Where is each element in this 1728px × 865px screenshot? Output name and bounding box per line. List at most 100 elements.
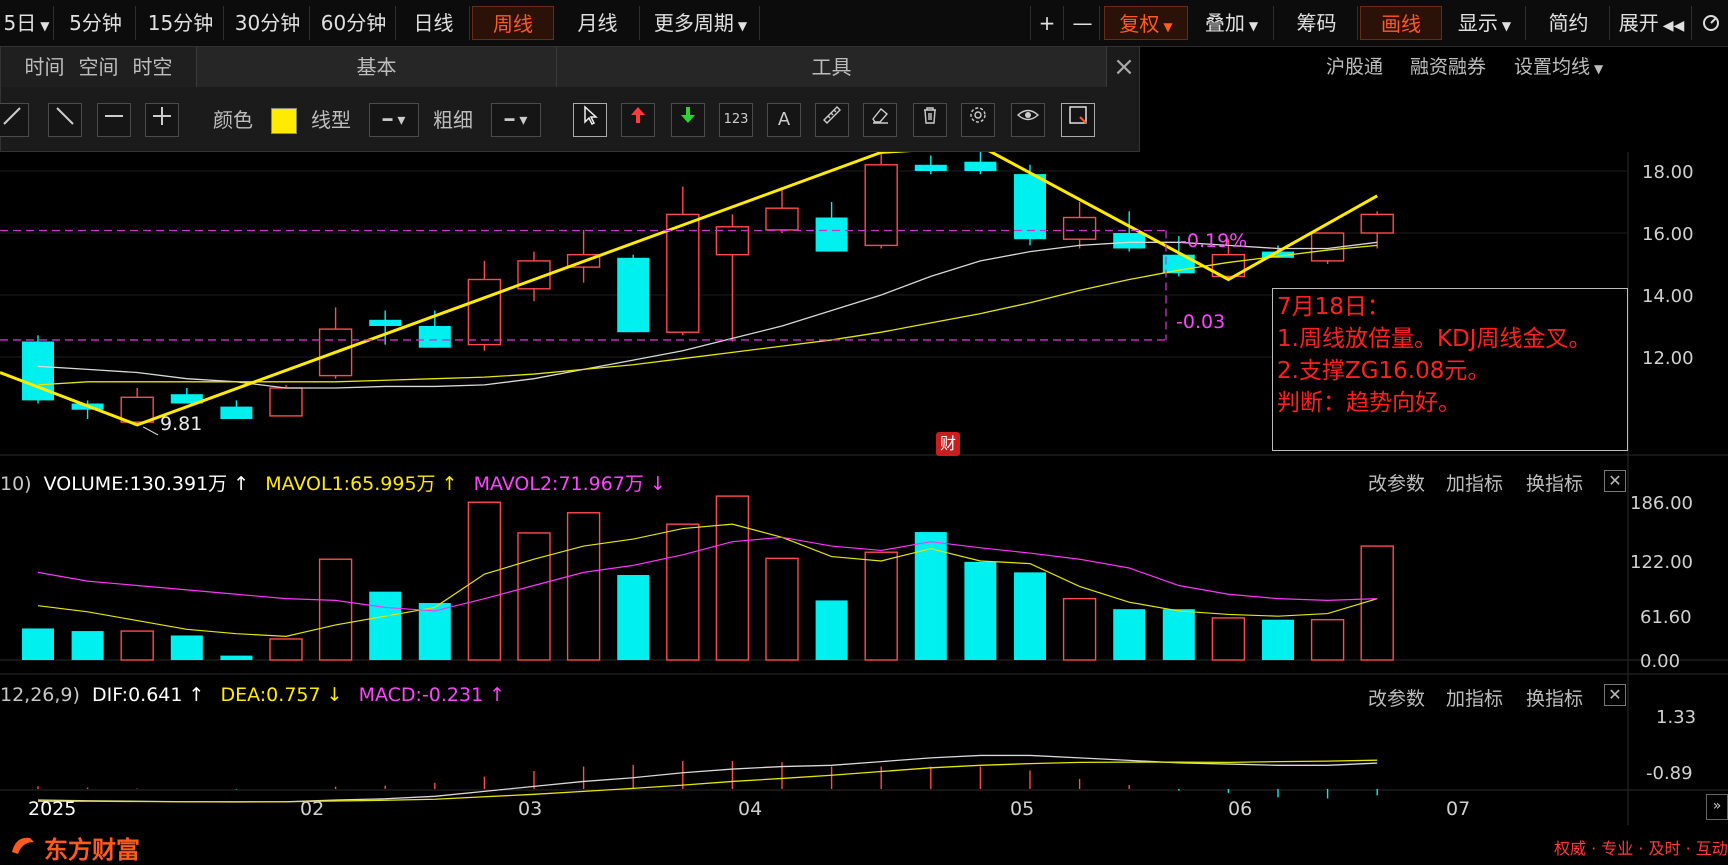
macd-axis-label: -0.89 [1646, 763, 1693, 784]
period-60min[interactable]: 60分钟 [312, 6, 396, 40]
macd-add-indicator[interactable]: 加指标 [1446, 684, 1503, 711]
tab-space[interactable]: 空间 [79, 55, 119, 79]
mavol2-arrow-icon: ↓ [649, 473, 666, 495]
crosshair-tool-icon[interactable] [145, 103, 179, 137]
jianyue-button[interactable]: 简约 [1528, 6, 1610, 40]
period-weekly[interactable]: 周线 [472, 6, 554, 40]
ray-line-tool-icon[interactable] [48, 103, 82, 137]
volume-bar [120, 630, 154, 661]
tab-time[interactable]: 时间 [25, 55, 65, 79]
candle-body [765, 207, 799, 231]
volume-arrow-icon: ↑ [233, 473, 250, 495]
chevron-down-icon: ▼ [737, 19, 748, 33]
candle-body [467, 278, 502, 346]
close-panel-icon[interactable]: × [1107, 47, 1141, 87]
vol-add-indicator[interactable]: 加指标 [1446, 469, 1503, 496]
eraser-icon[interactable] [863, 103, 897, 137]
dif-value: DIF:0.641 [91, 684, 183, 706]
volume-axis-label: 0.00 [1640, 651, 1681, 672]
annotation-line: 判断：趋势向好。 [1277, 390, 1461, 416]
cursor-icon[interactable] [573, 103, 607, 137]
ruler-icon[interactable] [815, 103, 849, 137]
zhankai-button[interactable]: 展开 ◀◀ [1612, 6, 1692, 40]
xianshi-dropdown[interactable]: 显示 ▼ [1444, 6, 1526, 40]
chouma-button[interactable]: 筹码 [1276, 6, 1358, 40]
gear-icon[interactable] [961, 103, 995, 137]
pct-change-label: -0.19% [1180, 230, 1248, 252]
diejia-dropdown[interactable]: 叠加 ▼ [1190, 6, 1274, 40]
period-monthly[interactable]: 月线 [556, 6, 640, 40]
dif-arrow-icon: ↑ [188, 684, 205, 706]
annotation-line: 2.支撑ZG16.08元。 [1277, 358, 1491, 384]
width-dropdown[interactable]: ━ ▾ [491, 103, 541, 137]
volume-bar [170, 635, 203, 660]
width-label: 粗细 [433, 108, 473, 132]
huaxian-button[interactable]: 画线 [1360, 6, 1442, 40]
volume-axis-label: 186.00 [1630, 493, 1693, 514]
x-axis-label: 03 [518, 798, 543, 820]
volume-bar [1162, 609, 1195, 660]
scroll-right-icon[interactable]: » [1706, 794, 1728, 820]
color-swatch[interactable] [271, 108, 297, 134]
x-axis-label: 04 [738, 798, 763, 820]
tab-space-time[interactable]: 时空 [133, 55, 173, 79]
link-hugutong[interactable]: 沪股通 [1326, 52, 1383, 79]
period-daily[interactable]: 日线 [398, 6, 470, 40]
mavol2-line [37, 536, 1378, 612]
period-15min[interactable]: 15分钟 [138, 6, 224, 40]
x-axis-label: 06 [1228, 798, 1253, 820]
section-tools-header: 工具 [557, 47, 1107, 87]
line-style-icon: ━ ▾ [382, 110, 406, 129]
fuquan-label: 复权 [1119, 12, 1160, 36]
line-width-icon: ━ ▾ [504, 110, 528, 129]
trash-icon[interactable] [913, 103, 947, 137]
volume-bar [666, 523, 700, 661]
candle-body [120, 396, 154, 423]
zoom-out-button[interactable]: — [1066, 6, 1100, 40]
vol-switch-indicator[interactable]: 换指标 [1526, 469, 1583, 496]
xianshi-label: 显示 [1457, 11, 1498, 35]
link-set-ma[interactable]: 设置均线 ▼ [1514, 52, 1603, 79]
link-rongzirongquan[interactable]: 融资融券 [1410, 52, 1486, 79]
candle-body [815, 217, 848, 252]
macd-close-icon[interactable]: ✕ [1604, 684, 1626, 706]
arrow-down-icon[interactable] [671, 103, 705, 137]
annotation-line: 7月18日： [1277, 294, 1390, 320]
period-5min[interactable]: 5分钟 [56, 6, 136, 40]
eye-icon[interactable] [1011, 103, 1045, 137]
zoom-in-button[interactable]: + [1030, 6, 1064, 40]
number-icon[interactable]: 123 [719, 103, 753, 137]
candle-body [220, 406, 253, 419]
annotation-box[interactable]: 7月18日： 1.周线放倍量。KDJ周线金叉。 2.支撑ZG16.08元。 判断… [1272, 288, 1628, 451]
diagonal-line-tool-icon[interactable] [0, 103, 29, 137]
text-icon[interactable]: A [767, 103, 801, 137]
price-axis-label: 18.00 [1642, 162, 1694, 183]
macd-change-params[interactable]: 改参数 [1368, 684, 1425, 711]
period-5day[interactable]: 5日 ▼ [0, 6, 54, 40]
x-axis-label: 07 [1446, 798, 1471, 820]
footer-bar: 东方财富 权威 · 专业 · 及时 · 互动 [0, 825, 1728, 864]
screenshot-icon[interactable] [1061, 103, 1095, 137]
chevron-down-icon: ▼ [40, 19, 50, 33]
more-periods-dropdown[interactable]: 更多周期 ▼ [642, 6, 760, 40]
pin-icon[interactable] [1694, 6, 1728, 40]
mavol2-value: MAVOL2:71.967万 [473, 473, 644, 495]
set-ma-label: 设置均线 [1514, 56, 1591, 78]
candle-body [666, 213, 700, 333]
vol-close-icon[interactable]: ✕ [1604, 470, 1626, 492]
volume-bar [517, 532, 551, 661]
macd-switch-indicator[interactable]: 换指标 [1526, 684, 1583, 711]
horizontal-line-tool-icon[interactable] [97, 103, 131, 137]
volume-axis-label: 61.60 [1640, 607, 1692, 628]
linetype-dropdown[interactable]: ━ ▾ [369, 103, 419, 137]
period-30min[interactable]: 30分钟 [226, 6, 310, 40]
cai-badge[interactable]: 财 [936, 432, 960, 456]
volume-bar [715, 495, 750, 661]
dea-line [38, 759, 1378, 803]
fuquan-dropdown[interactable]: 复权 ▼ [1104, 6, 1188, 40]
vol-change-params[interactable]: 改参数 [1368, 469, 1425, 496]
footer-slogan: 权威 · 专业 · 及时 · 互动 [1554, 839, 1728, 858]
arrow-up-icon[interactable] [621, 103, 655, 137]
section-basic-header: 基本 [197, 47, 557, 87]
candle-body [418, 326, 451, 348]
